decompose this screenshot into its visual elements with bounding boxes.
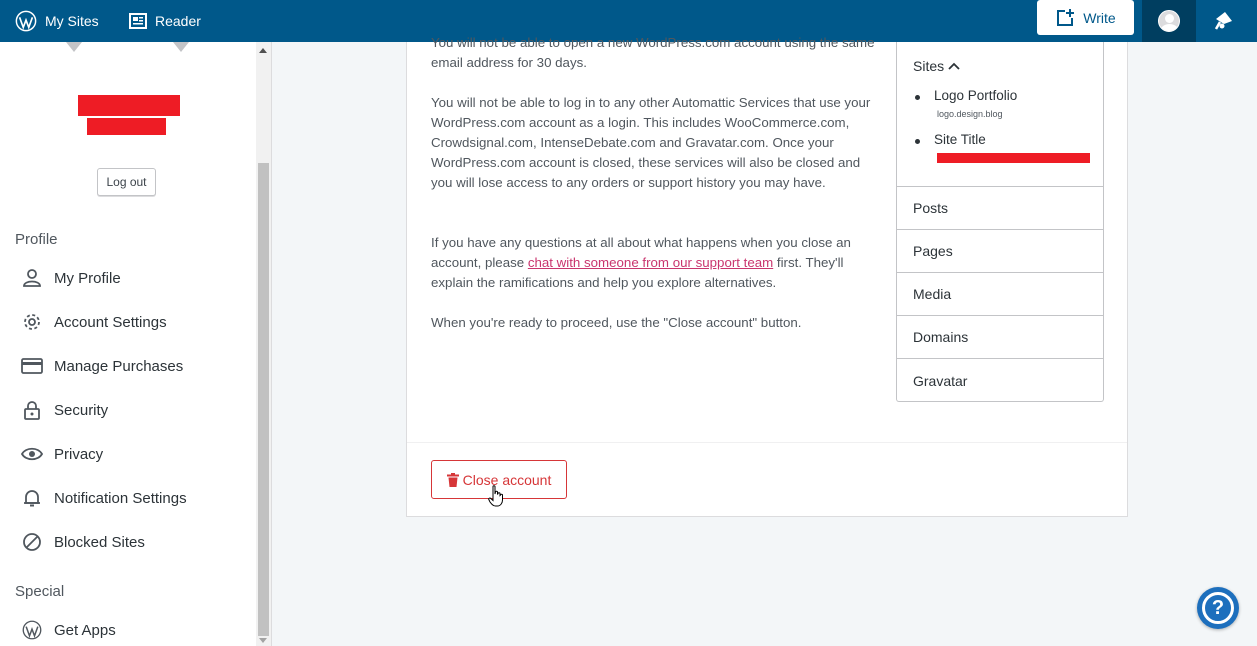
my-sites-label: My Sites <box>45 13 99 29</box>
site-url: logo.design.blog <box>937 109 1003 119</box>
write-label: Write <box>1083 9 1116 26</box>
sites-section: Sites Logo Portfolio logo.design.blog Si… <box>897 42 1103 187</box>
help-button[interactable]: ? <box>1197 587 1239 629</box>
services-list: Sites Logo Portfolio logo.design.blog Si… <box>896 42 1104 402</box>
sidebar-item-get-apps[interactable]: Get Apps <box>20 615 116 645</box>
close-account-card: You will not be able to open a new WordP… <box>406 35 1128 517</box>
scroll-up-arrow-icon[interactable] <box>259 48 267 53</box>
service-row-posts: Posts <box>897 187 1103 230</box>
info-paragraph-email: You will not be able to open a new WordP… <box>431 35 875 70</box>
redacted-username <box>87 118 166 135</box>
profile-gravatar-decoration <box>66 42 82 52</box>
sidebar-item-manage-purchases[interactable]: Manage Purchases <box>20 351 183 381</box>
sidebar-item-label: Get Apps <box>54 621 116 639</box>
lock-icon <box>20 398 44 422</box>
chevron-up-icon <box>948 62 960 70</box>
reader-link[interactable]: Reader <box>129 0 201 42</box>
sidebar-item-label: Notification Settings <box>54 489 187 507</box>
eye-icon <box>20 442 44 466</box>
sidebar-item-label: Manage Purchases <box>54 357 184 375</box>
sites-toggle[interactable]: Sites <box>913 58 960 74</box>
service-row-pages: Pages <box>897 230 1103 273</box>
sidebar-item-label: Blocked Sites <box>54 533 145 551</box>
reader-label: Reader <box>155 13 201 29</box>
bell-icon <box>20 486 44 510</box>
me-button[interactable] <box>1142 0 1196 42</box>
person-icon <box>20 266 44 290</box>
sidebar-item-account-settings[interactable]: Account Settings <box>20 307 167 337</box>
logout-button[interactable]: Log out <box>97 168 156 196</box>
card-divider <box>407 442 1127 443</box>
site-item: Site Title <box>915 132 986 147</box>
notifications-button[interactable] <box>1207 0 1239 42</box>
sidebar-item-security[interactable]: Security <box>20 395 108 425</box>
scroll-down-arrow-icon[interactable] <box>259 638 267 643</box>
gear-icon <box>20 310 44 334</box>
sidebar-item-privacy[interactable]: Privacy <box>20 439 103 469</box>
site-name: Site Title <box>934 132 986 147</box>
write-icon <box>1057 8 1075 26</box>
sidebar-scrollbar[interactable] <box>256 42 271 646</box>
blocked-icon <box>20 530 44 554</box>
credit-card-icon <box>20 354 44 378</box>
support-chat-link[interactable]: chat with someone from our support team <box>528 255 773 270</box>
site-item: Logo Portfolio <box>914 88 1018 103</box>
info-paragraph-services: You will not be able to log in to any ot… <box>431 95 871 190</box>
info-paragraph-questions: If you have any questions at all about w… <box>431 233 881 293</box>
close-account-label: Close account <box>462 471 552 488</box>
sidebar-item-label: Privacy <box>54 445 104 463</box>
sidebar-item-notification-settings[interactable]: Notification Settings <box>20 483 187 513</box>
wordpress-icon <box>20 618 44 642</box>
my-sites-link[interactable]: My Sites <box>15 0 99 42</box>
sidebar-divider <box>271 42 272 646</box>
help-icon: ? <box>1202 592 1234 624</box>
avatar <box>1158 10 1180 32</box>
notifications-icon <box>1214 12 1232 30</box>
sidebar: Log out Profile My Profile Account Setti… <box>0 42 256 646</box>
service-row-media: Media <box>897 273 1103 316</box>
scroll-thumb[interactable] <box>258 163 269 636</box>
sidebar-item-label: Security <box>54 401 109 419</box>
service-row-domains: Domains <box>897 316 1103 359</box>
sidebar-item-blocked-sites[interactable]: Blocked Sites <box>20 527 145 557</box>
service-row-gravatar: Gravatar <box>913 372 968 389</box>
special-heading: Special <box>15 583 65 600</box>
hand-cursor-icon <box>488 485 503 507</box>
redacted-display-name <box>78 95 180 116</box>
profile-gravatar-decoration <box>173 42 189 52</box>
wordpress-icon <box>15 10 37 32</box>
sidebar-item-label: My Profile <box>54 269 121 287</box>
info-paragraph-proceed: When you're ready to proceed, use the "C… <box>431 315 802 330</box>
sidebar-item-my-profile[interactable]: My Profile <box>20 263 121 293</box>
write-button[interactable]: Write <box>1037 0 1134 35</box>
reader-icon <box>129 13 147 29</box>
sidebar-item-label: Account Settings <box>54 313 167 331</box>
trash-icon <box>446 472 459 487</box>
profile-heading: Profile <box>15 231 58 248</box>
redacted-site-url <box>937 153 1090 163</box>
sites-heading: Sites <box>913 58 945 74</box>
site-name: Logo Portfolio <box>934 88 1018 103</box>
